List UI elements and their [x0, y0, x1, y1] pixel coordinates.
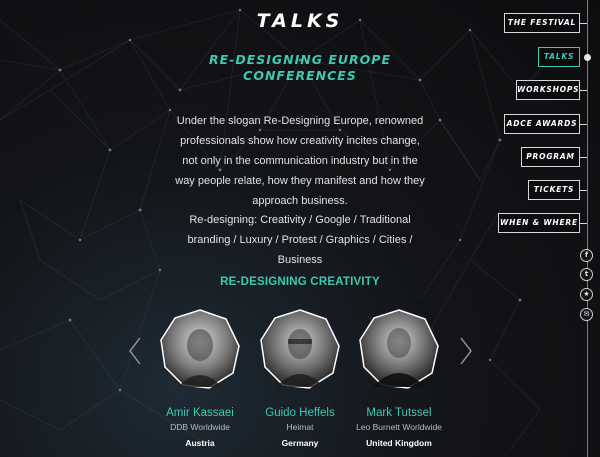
- nav-connector: [580, 90, 587, 91]
- nav-item-talks[interactable]: TALKS: [538, 47, 580, 67]
- nav-connector: [580, 223, 587, 224]
- nav-item-tickets[interactable]: TICKETS: [528, 180, 580, 200]
- speaker-country: Austria: [185, 438, 215, 448]
- topics-paragraph: Re-designing: Creativity / Google / Trad…: [187, 214, 413, 266]
- nav-item-adce-awards[interactable]: ADCE AWARDS: [504, 114, 580, 134]
- nav-connector: [580, 23, 587, 24]
- twitter-icon[interactable]: t: [580, 268, 593, 281]
- speaker-name[interactable]: Amir Kassaei: [155, 407, 245, 419]
- speaker-agency: Leo Burnett Worldwide: [356, 422, 442, 432]
- main-content: TALKS RE-DESIGNING EUROPE CONFERENCES Un…: [0, 0, 600, 457]
- chevron-left-icon[interactable]: [127, 336, 143, 366]
- nav-item-program[interactable]: PROGRAM: [521, 147, 580, 167]
- mail-icon[interactable]: ✉: [580, 308, 593, 321]
- nav-connector: [580, 190, 587, 191]
- speaker-card[interactable]: Mark Tutssel Leo Burnett Worldwide Unite…: [354, 309, 444, 448]
- section-subtitle: RE-DESIGNING EUROPE CONFERENCES: [208, 52, 391, 83]
- nav-connector: [580, 157, 587, 158]
- chevron-right-icon[interactable]: [458, 336, 474, 366]
- speaker-photo: [160, 309, 240, 389]
- facebook-icon[interactable]: f: [580, 249, 593, 262]
- speaker-country: Germany: [281, 438, 319, 448]
- nav-active-dot: [584, 54, 591, 61]
- intro-paragraph: Under the slogan Re-Designing Europe, re…: [175, 115, 425, 207]
- speaker-agency: DDB Worldwide: [170, 422, 230, 432]
- nav-timeline: [587, 0, 588, 457]
- nav-item-when-where[interactable]: WHEN & WHERE: [498, 213, 580, 233]
- speaker-photo: [260, 309, 340, 389]
- speaker-card[interactable]: Amir Kassaei DDB Worldwide Austria: [155, 309, 245, 448]
- nav-connector: [580, 124, 587, 125]
- nav-item-the-festival[interactable]: THE FESTIVAL: [504, 13, 580, 33]
- speaker-name[interactable]: Mark Tutssel: [354, 407, 444, 419]
- speaker-name[interactable]: Guido Heffels: [255, 407, 345, 419]
- nav-item-workshops[interactable]: WORKSHOPS: [516, 80, 580, 100]
- speaker-agency: Heimat: [286, 422, 314, 432]
- speaker-country: United Kingdom: [366, 438, 432, 448]
- side-navigation: THE FESTIVAL TALKS WORKSHOPS ADCE AWARDS…: [498, 0, 600, 457]
- star-icon[interactable]: ★: [580, 288, 593, 301]
- speaker-card[interactable]: Guido Heffels Heimat Germany: [255, 309, 345, 448]
- speaker-photo: [359, 309, 439, 389]
